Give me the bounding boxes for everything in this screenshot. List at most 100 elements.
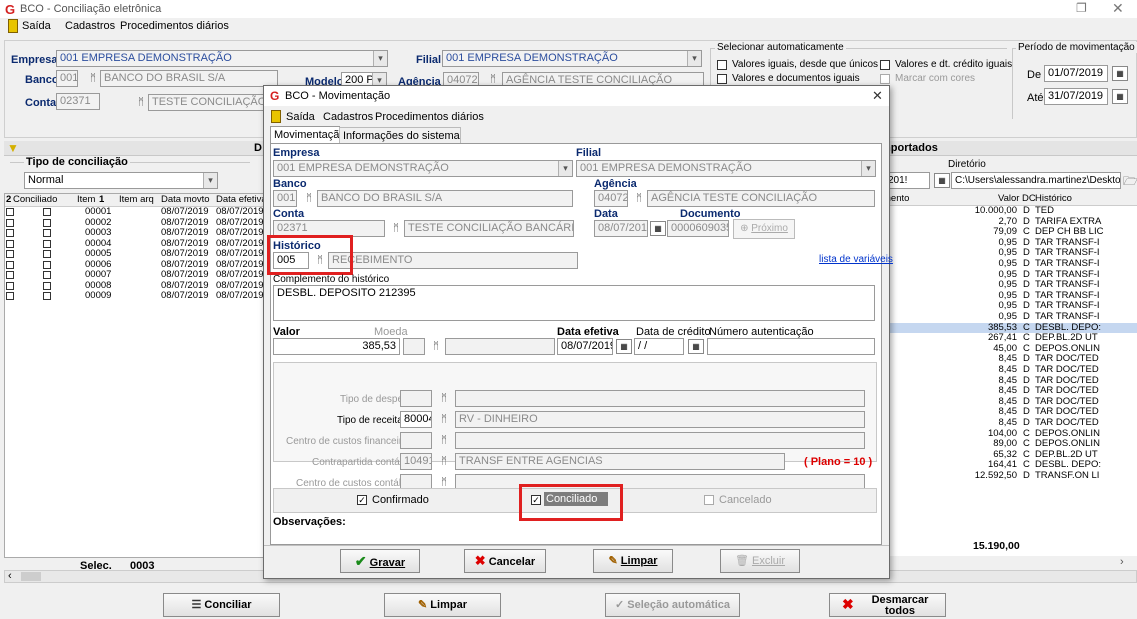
tab-movimentacao[interactable]: Movimentação [270,126,346,144]
proximo-button[interactable]: ⊕ Próximo [733,219,795,239]
scroll-thumb[interactable] [21,572,41,581]
dialog-close-icon[interactable]: ✕ [872,88,883,104]
folder-icon[interactable]: 🗁 [1123,172,1137,193]
menu-saida[interactable]: Saída [22,20,51,32]
dlg-data-efetiva-calendar-icon[interactable]: ▦ [616,339,632,354]
menu-cadastros[interactable]: Cadastros [65,20,115,32]
dlg-empresa-select[interactable]: 001 EMPRESA DEMONSTRAÇÃO [273,160,573,177]
dlg-complemento-field[interactable]: DESBL. DEPOSITO 212395 [273,285,875,321]
dialog-menu-cadastros[interactable]: Cadastros [323,111,373,123]
auto-opt3-checkbox[interactable] [880,60,890,70]
conciliado-checkbox[interactable] [43,260,51,269]
left-table-row[interactable]: 00005 08/07/2019 08/07/2019 [5,248,265,260]
right-table-row[interactable]: 10.000,00 D TED [881,205,1137,217]
left-table-row[interactable]: 00009 08/07/2019 08/07/2019 [5,290,265,302]
dlg-data-credito-field[interactable]: / / [634,338,684,355]
right-date-calendar-icon[interactable]: ▦ [934,173,950,188]
right-table-row[interactable]: 0,95 D TAR TRANSF-I [881,311,1137,323]
banco-code-field[interactable]: 001 [56,70,78,87]
right-table-row[interactable]: 12.592,50 D TRANSF.ON LI [881,470,1137,482]
confirmado-checkbox[interactable]: ✓ [357,495,367,505]
dlg-data-efetiva-field[interactable]: 08/07/2019 [557,338,613,355]
right-col-dc[interactable]: DC [1022,193,1036,205]
dlg-contrapartida-code[interactable]: 10491 [400,453,432,470]
row-checkbox[interactable] [6,229,14,237]
left-col-item-arq[interactable]: Item arq [119,194,154,206]
filter-icon[interactable]: ▼ [7,141,19,155]
conta-code-field[interactable]: 02371 [56,93,100,110]
diretorio-field[interactable]: C:\Users\alessandra.martinez\Desktop\Arq [951,172,1121,189]
conciliado-checkbox[interactable] [43,271,51,279]
left-col-conciliado[interactable]: Conciliado [13,194,57,206]
periodo-ate-field[interactable]: 31/07/2019 [1044,88,1108,105]
periodo-ate-calendar-icon[interactable]: ▦ [1112,89,1128,104]
dlg-moeda-field[interactable] [403,338,425,355]
periodo-de-calendar-icon[interactable]: ▦ [1112,66,1128,81]
right-table-row[interactable]: 8,45 D TAR DOC/TED [881,364,1137,376]
dlg-documento-field[interactable]: 0000609035 [667,220,729,237]
left-col-item[interactable]: Item [77,194,95,206]
dlg-valor-field[interactable]: 385,53 [273,338,400,355]
dlg-conta-search-icon[interactable]: ᛗ [388,221,404,236]
conciliado-checkbox[interactable] [43,218,51,227]
conta-search-icon[interactable]: ᛗ [133,95,149,110]
dlg-banco-search-icon[interactable]: ᛗ [301,191,317,206]
row-checkbox[interactable] [6,218,14,227]
dlg-data-field[interactable]: 08/07/2019 [594,220,648,237]
left-table-row[interactable]: 00007 08/07/2019 08/07/2019 [5,269,265,281]
left-table-row[interactable]: 00001 08/07/2019 08/07/2019 [5,206,265,218]
right-col-historico[interactable]: Histórico [1035,193,1072,205]
gravar-button[interactable]: ✔ Gravar [340,549,420,573]
auto-opt2-checkbox[interactable] [717,74,727,84]
row-checkbox[interactable] [6,292,14,300]
right-date-field[interactable]: 201! [884,172,930,189]
row-checkbox[interactable] [6,239,14,248]
conciliar-button[interactable]: ☰ Conciliar [163,593,280,617]
tipo-conciliacao-select[interactable]: Normal [24,172,218,189]
dlg-agencia-search-icon[interactable]: ᛗ [631,191,647,206]
dlg-tipo-receita-search-icon[interactable]: ᛗ [436,412,452,427]
right-col-valor[interactable]: Valor [998,193,1019,205]
dlg-centro-fin-search-icon[interactable]: ᛗ [436,433,452,448]
dlg-filial-select[interactable]: 001 EMPRESA DEMONSTRAÇÃO [576,160,876,177]
row-checkbox[interactable] [6,271,14,279]
lista-variaveis-link[interactable]: lista de variáveis [819,254,893,265]
dlg-contrapartida-search-icon[interactable]: ᛗ [436,454,452,469]
dlg-tipo-despesa-search-icon[interactable]: ᛗ [436,391,452,406]
cancelado-checkbox[interactable] [704,495,714,505]
right-scroll-arrow-icon[interactable]: › [1120,556,1124,568]
conciliado-checkbox[interactable] [43,208,51,216]
dlg-tipo-despesa-code[interactable] [400,390,432,407]
auto-opt4-checkbox[interactable] [880,74,890,84]
desmarcar-todos-button[interactable]: ✖ Desmarcar todos [829,593,946,617]
row-checkbox[interactable] [6,250,14,258]
left-col-data-movto[interactable]: Data movto [161,194,210,206]
dialog-menu-saida[interactable]: Saída [286,111,315,123]
auto-opt1-checkbox[interactable] [717,60,727,70]
dialog-menu-procedimentos[interactable]: Procedimentos diários [375,111,484,123]
conciliado-checkbox[interactable] [43,250,51,258]
row-checkbox[interactable] [6,208,14,216]
left-table-row[interactable]: 00003 08/07/2019 08/07/2019 [5,227,265,239]
dlg-data-credito-calendar-icon[interactable]: ▦ [688,339,704,354]
banco-search-icon[interactable]: ᛗ [85,71,101,86]
cancelar-button[interactable]: ✖ Cancelar [464,549,546,573]
tab-informacoes[interactable]: Informações do sistema [339,127,461,144]
dlg-banco-code[interactable]: 001 [273,190,297,207]
row-checkbox[interactable] [6,260,14,269]
empresa-select[interactable]: 001 EMPRESA DEMONSTRAÇÃO [56,50,388,67]
left-col-data-efetiva[interactable]: Data efetiva [216,194,265,206]
dlg-agencia-code[interactable]: 04072 [594,190,628,207]
conciliado-checkbox[interactable] [43,229,51,237]
dlg-data-calendar-icon[interactable]: ▦ [650,221,666,236]
filial-select[interactable]: 001 EMPRESA DEMONSTRAÇÃO [442,50,702,67]
row-checkbox[interactable] [6,281,14,290]
periodo-de-field[interactable]: 01/07/2019 [1044,65,1108,82]
selecao-automatica-button[interactable]: ✓ Seleção automática [605,593,740,617]
conciliado-checkbox[interactable] [43,281,51,290]
close-icon[interactable]: ✕ [1112,0,1124,17]
dlg-tipo-receita-code[interactable]: 80004 [400,411,432,428]
conciliado-checkbox[interactable] [43,239,51,248]
menu-procedimentos[interactable]: Procedimentos diários [120,20,229,32]
restore-icon[interactable]: ❐ [1076,1,1087,15]
